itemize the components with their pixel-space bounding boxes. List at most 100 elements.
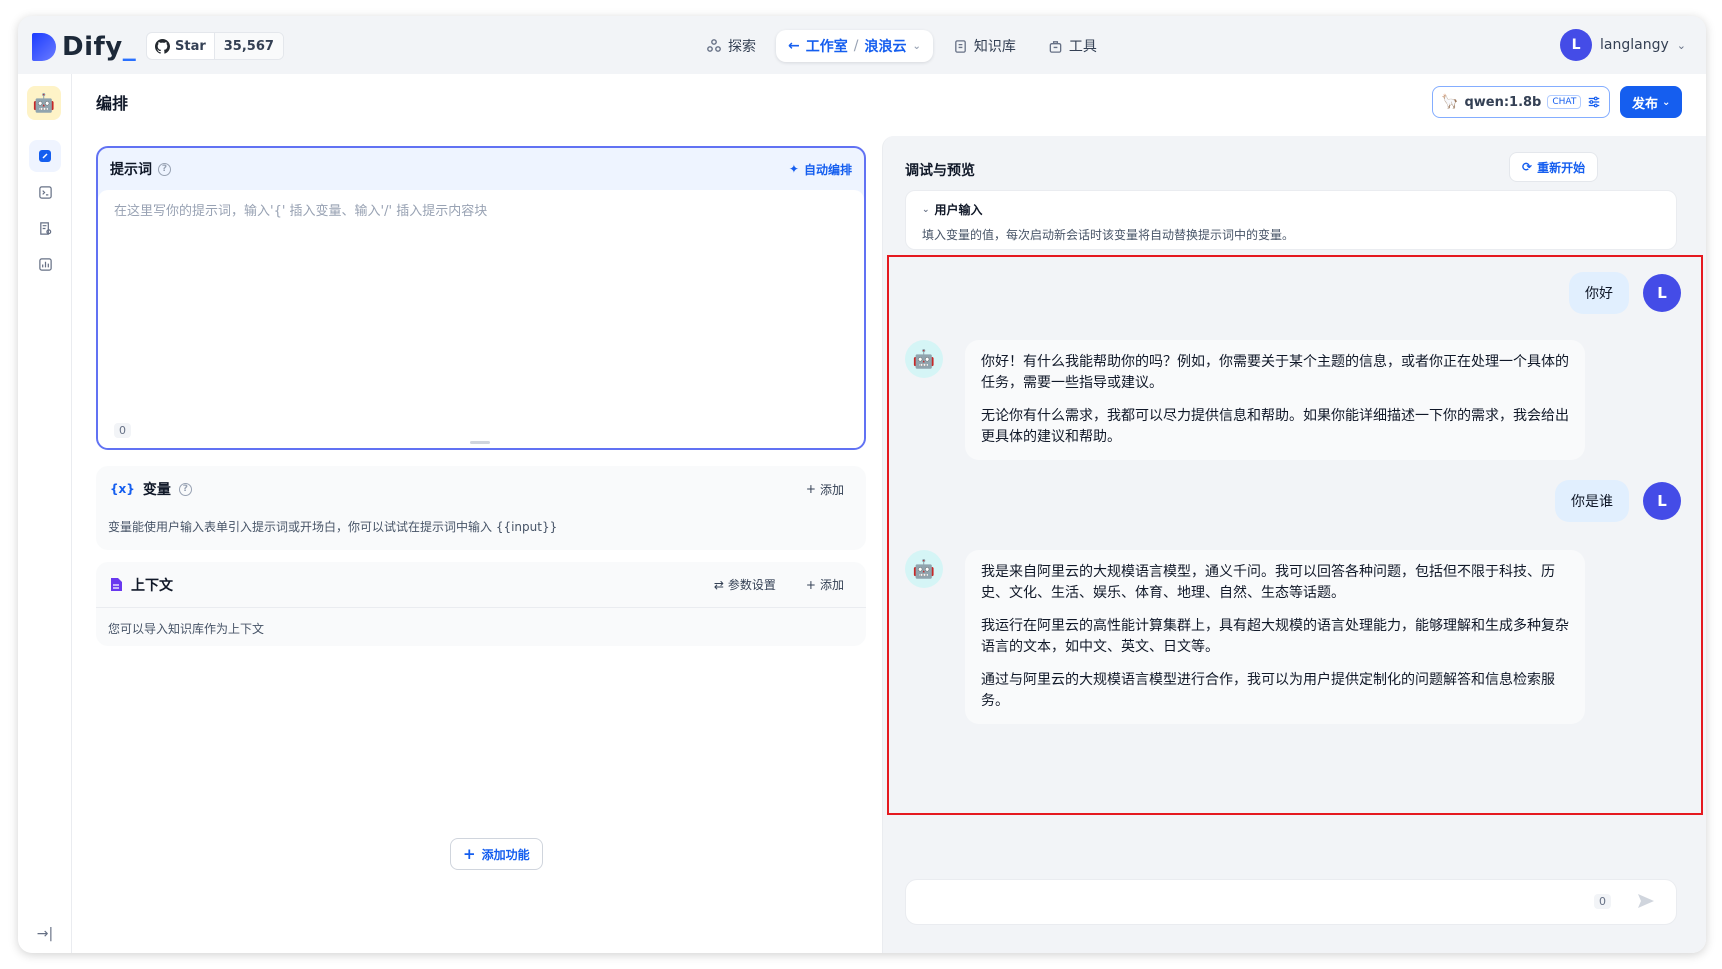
book-icon	[955, 39, 966, 53]
user-name: langlangy	[1600, 37, 1669, 53]
rail-orchestrate[interactable]	[29, 140, 61, 172]
publish-button[interactable]: 发布 ⌄	[1620, 86, 1683, 118]
auto-orchestrate-label: 自动编排	[803, 162, 852, 177]
chat-composer: 0	[905, 879, 1677, 925]
model-selector[interactable]: 🦙 qwen:1.8b CHAT	[1432, 86, 1611, 118]
help-icon[interactable]: ?	[178, 482, 192, 496]
dify-logo[interactable]: Dify_	[32, 32, 136, 62]
variables-desc: 变量能使用户输入表单引入提示词或开场白，你可以试试在提示词中输入 {{input…	[108, 520, 558, 534]
context-card: 上下文 ⇄ 参数设置 + 添加 您可以导入知识库作为上下文	[96, 562, 866, 646]
user-menu[interactable]: L langlangy ⌄	[1560, 29, 1686, 61]
publish-label: 发布	[1632, 96, 1659, 112]
bot-message-paragraph: 我运行在阿里云的高性能计算集群上，具有超大规模的语言处理能力，能够理解和生成多种…	[981, 618, 1569, 655]
expand-icon: →|	[36, 926, 54, 942]
nav-knowledge[interactable]: 知识库	[941, 30, 1028, 62]
highlight-box	[887, 255, 1703, 815]
user-avatar: L	[1643, 482, 1681, 520]
auto-orchestrate-button[interactable]: ✦ 自动编排	[789, 161, 852, 178]
edit-icon	[39, 150, 51, 162]
nav-studio[interactable]: ← 工作室 / 浪浪云 ⌄	[776, 30, 933, 62]
github-icon	[155, 38, 170, 54]
restart-button[interactable]: ⟳ 重新开始	[1509, 152, 1599, 182]
debug-preview-panel: 调试与预览 ⟳ 重新开始 ⌄ 用户输入 填入变量的值，每次启动新会话时该变量将自…	[882, 136, 1706, 953]
rail-api[interactable]	[29, 176, 61, 208]
github-star-count: 35,567	[213, 33, 283, 59]
chat-transcript: 你好 L 🤖 你好！有什么我能帮助你的吗？例如，你需要关于某个主题的信息，或者你…	[883, 254, 1706, 815]
bot-avatar-icon: 🤖	[905, 550, 943, 588]
help-icon[interactable]: ?	[158, 162, 171, 176]
breadcrumb-separator: /	[853, 38, 859, 54]
context-params-button[interactable]: ⇄ 参数设置	[714, 576, 776, 593]
prompt-editor: 提示词 ? ✦ 自动编排 0	[96, 146, 866, 450]
document-icon	[111, 578, 122, 591]
top-header: Dify_ Star 35,567 探索 ← 工作室 / 浪浪云 ⌄ 知识库 工…	[18, 16, 1706, 74]
bot-message-paragraph: 我是来自阿里云的大规模语言模型，通义千问。我可以回答各种问题，包括但不限于科技、…	[981, 564, 1555, 601]
add-context-label: 添加	[819, 578, 844, 592]
rail-expand[interactable]: →|	[29, 918, 61, 950]
github-star-label: Star	[175, 38, 206, 54]
restart-label: 重新开始	[1537, 160, 1586, 175]
user-avatar: L	[1643, 274, 1681, 312]
chevron-down-icon: ⌄	[912, 40, 921, 52]
user-input-panel[interactable]: ⌄ 用户输入 填入变量的值，每次启动新会话时该变量将自动替换提示词中的变量。	[905, 190, 1677, 250]
bot-message-bubble: 你好！有什么我能帮助你的吗？例如，你需要关于某个主题的信息，或者你正在处理一个具…	[965, 340, 1585, 460]
toolbox-icon	[1049, 40, 1062, 53]
user-input-desc: 填入变量的值，每次启动新会话时该变量将自动替换提示词中的变量。	[922, 228, 1295, 242]
nav-explore-label: 探索	[728, 39, 756, 55]
left-rail: 🤖 →|	[18, 74, 72, 953]
nav-knowledge-label: 知识库	[973, 39, 1016, 55]
add-context-button[interactable]: + 添加	[806, 576, 844, 593]
log-icon	[39, 221, 51, 235]
variables-label: 变量	[142, 482, 171, 498]
model-mode-badge: CHAT	[1547, 95, 1582, 109]
user-input-title: 用户输入	[934, 203, 983, 217]
prompt-input[interactable]	[98, 190, 864, 400]
plus-icon: +	[463, 845, 476, 863]
chart-icon	[38, 257, 52, 271]
add-feature-button[interactable]: + 添加功能	[450, 838, 543, 870]
main-nav: 探索 ← 工作室 / 浪浪云 ⌄ 知识库 工具	[694, 30, 1109, 62]
add-variable-button[interactable]: + 添加	[806, 481, 844, 498]
context-desc: 您可以导入知识库作为上下文	[108, 622, 265, 636]
prompt-char-count: 0	[114, 423, 131, 438]
bot-avatar-icon: 🤖	[905, 340, 943, 378]
app-robot-icon[interactable]: 🤖	[27, 86, 61, 120]
arrow-left-icon: ←	[788, 38, 800, 54]
rail-monitoring[interactable]	[29, 248, 61, 280]
chevron-down-icon: ⌄	[922, 204, 930, 215]
debug-title: 调试与预览	[905, 163, 975, 179]
rail-logs[interactable]	[29, 212, 61, 244]
user-message: 你好 L	[1569, 272, 1681, 314]
chat-input[interactable]	[920, 892, 1520, 907]
app-window: Dify_ Star 35,567 探索 ← 工作室 / 浪浪云 ⌄ 知识库 工…	[18, 16, 1706, 953]
bot-message-bubble: 我是来自阿里云的大规模语言模型，通义千问。我可以回答各种问题，包括但不限于科技、…	[965, 550, 1585, 724]
sparkle-icon: ✦	[788, 162, 799, 176]
user-message-bubble: 你好	[1569, 272, 1629, 314]
add-variable-label: 添加	[819, 482, 844, 497]
bot-message-paragraph: 通过与阿里云的大规模语言模型进行合作，我可以为用户提供定制化的问题解答和信息检索…	[981, 672, 1555, 709]
refresh-icon: ⟳	[1522, 160, 1533, 174]
logo-text: Dify	[62, 32, 123, 62]
context-params-label: 参数设置	[727, 578, 776, 592]
llama-icon: 🦙	[1441, 94, 1459, 110]
variables-card: {x} 变量 ? + 添加 变量能使用户输入表单引入提示词或开场白，你可以试试在…	[96, 466, 866, 550]
nav-tools[interactable]: 工具	[1036, 30, 1109, 62]
settings-sliders-icon	[1589, 96, 1600, 108]
nav-tools-label: 工具	[1068, 39, 1097, 55]
send-icon	[1638, 894, 1654, 908]
plus-icon: +	[805, 577, 816, 592]
page-title: 编排	[96, 94, 129, 113]
bot-message-paragraph: 无论你有什么需求，我都可以尽力提供信息和帮助。如果你能详细描述一下你的需求，我会…	[981, 408, 1569, 445]
resize-handle[interactable]	[470, 441, 490, 444]
app-name-dropdown[interactable]: 浪浪云	[864, 36, 906, 56]
main-area: 编排 🦙 qwen:1.8b CHAT 发布 ⌄ 提示词 ? ✦ 自动编排 在这…	[72, 74, 1706, 953]
github-star-button[interactable]: Star 35,567	[146, 32, 284, 60]
logo-mark-icon	[32, 33, 56, 61]
nav-explore[interactable]: 探索	[694, 30, 768, 62]
chevron-down-icon: ⌄	[1676, 38, 1686, 52]
send-button[interactable]	[1636, 891, 1656, 915]
prompt-header: 提示词 ? ✦ 自动编排	[98, 148, 864, 190]
logo-underscore: _	[122, 32, 137, 62]
model-name: qwen:1.8b	[1464, 94, 1542, 110]
plus-icon: +	[805, 482, 816, 496]
